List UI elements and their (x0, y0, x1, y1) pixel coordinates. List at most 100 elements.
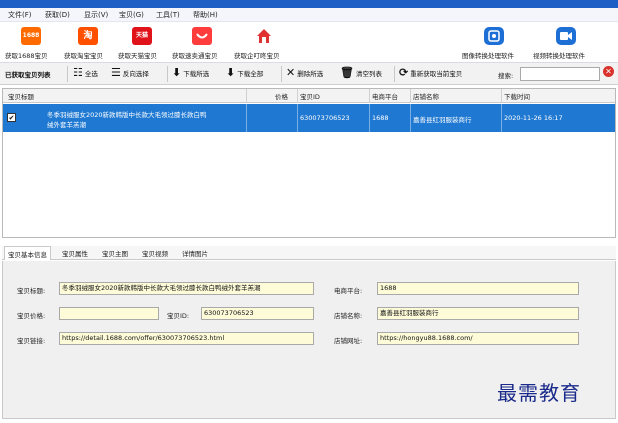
row-title-line1: 冬季羽绒服女2020新款韩版中长款大毛领过膝长款白鸭 (47, 111, 207, 119)
fetch-tmall-button[interactable]: 天猫 获取天猫宝贝 (118, 25, 170, 61)
fetch-tmall-label: 获取天猫宝贝 (118, 52, 157, 60)
column-divider (369, 104, 370, 132)
column-divider (297, 89, 298, 103)
tab-detail-images[interactable]: 详情图片 (182, 248, 208, 258)
shopping-bag-icon (192, 27, 212, 45)
select-all-label: 全选 (84, 70, 98, 78)
download-all-button[interactable]: ⬇ 下载全部 (226, 67, 263, 81)
select-all-button[interactable]: ☷ 全选 (73, 67, 98, 81)
trash-icon: 🗑 (340, 66, 354, 79)
row-title-line2: 绒外套羊羔潮 (47, 121, 86, 129)
image-convert-label: 图像转换处理软件 (462, 52, 514, 60)
row-time: 2020-11-26 16:17 (504, 114, 563, 122)
column-platform[interactable]: 电商平台 (372, 91, 398, 101)
download-selected-label: 下载所选 (183, 70, 210, 78)
link-field[interactable]: https://detail.1688.com/offer/6300737065… (59, 332, 314, 345)
download-all-icon: ⬇ (226, 66, 236, 79)
download-all-label: 下载全部 (237, 70, 264, 78)
fetch-taobao-button[interactable]: 淘 获取淘宝宝贝 (64, 25, 116, 61)
fetch-qidingdong-button[interactable]: 获取企叮咚宝贝 (234, 25, 294, 61)
fetch-taobao-label: 获取淘宝宝贝 (64, 52, 103, 60)
column-time[interactable]: 下载时间 (504, 91, 530, 101)
refetch-button[interactable]: ⟳ 重新获取当前宝贝 (399, 67, 462, 81)
refetch-label: 重新获取当前宝贝 (410, 70, 463, 78)
toolbar-divider (281, 66, 282, 82)
row-checkbox[interactable]: ✔ (7, 113, 16, 122)
search-label: 搜索: (498, 72, 514, 80)
menu-item[interactable]: 宝贝(G) (119, 10, 144, 20)
column-id[interactable]: 宝贝ID (300, 91, 320, 101)
image-icon (484, 27, 504, 45)
column-divider (410, 104, 411, 132)
watermark-logo: 最需教育 (497, 381, 581, 405)
column-price[interactable]: 价格 (275, 91, 288, 101)
fetch-1688-button[interactable]: 1688 获取1688宝贝 (5, 25, 57, 61)
platform-label: 电商平台: (334, 287, 363, 295)
list-icon: ☰ (111, 66, 121, 79)
menu-view[interactable]: 显示(V) (84, 10, 108, 20)
toolbar-divider (67, 66, 68, 82)
window-top-bar (0, 0, 618, 8)
video-convert-button[interactable]: 视频转换处理软件 (533, 25, 599, 61)
video-convert-label: 视频转换处理软件 (533, 52, 585, 60)
search-input[interactable] (520, 67, 600, 81)
checklist-icon: ☷ (73, 66, 83, 79)
column-divider (297, 104, 298, 132)
id-label: 宝贝ID: (167, 312, 190, 320)
delete-selected-label: 删除所选 (297, 70, 324, 78)
platform-field[interactable]: 1688 (377, 282, 579, 295)
image-convert-button[interactable]: 图像转换处理软件 (462, 25, 526, 61)
detail-tabs: 宝贝基本信息 宝贝属性 宝贝主图 宝贝视频 详情图片 (2, 246, 616, 260)
menu-help[interactable]: 帮助(H) (193, 10, 218, 20)
tab-video[interactable]: 宝贝视频 (142, 248, 168, 258)
download-selected-button[interactable]: ⬇ 下载所选 (172, 67, 209, 81)
delete-selected-button[interactable]: ✕ 删除所选 (286, 67, 323, 81)
row-id: 630073706523 (300, 114, 350, 122)
download-icon: ⬇ (172, 66, 182, 79)
list-title: 已获取宝贝列表 (5, 71, 51, 79)
clear-search-icon[interactable]: ✕ (603, 66, 614, 77)
title-field[interactable]: 冬季羽绒服女2020新款韩版中长款大毛领过膝长款白鸭绒外套羊羔潮 (59, 282, 314, 295)
column-divider (369, 89, 370, 103)
tab-basic-info[interactable]: 宝贝基本信息 (4, 246, 51, 260)
row-platform: 1688 (372, 114, 389, 122)
menu-fetch[interactable]: 获取(D) (45, 10, 70, 20)
fetch-qidingdong-label: 获取企叮咚宝贝 (234, 52, 280, 60)
fetch-aliexpress-label: 获取速卖通宝贝 (172, 52, 218, 60)
menu-file[interactable]: 文件(F) (8, 10, 32, 20)
toolbar-divider (394, 66, 395, 82)
column-divider (501, 89, 502, 103)
link-label: 宝贝链接: (17, 337, 46, 345)
logo-1688-icon: 1688 (21, 27, 41, 45)
menu-tools[interactable]: 工具(T) (156, 10, 180, 20)
clear-list-button[interactable]: 🗑 清空列表 (340, 67, 382, 81)
toolbar-divider (167, 66, 168, 82)
column-divider (246, 89, 247, 103)
shop-label: 店铺名称: (334, 312, 363, 320)
menu-bar: 文件(F) 获取(D) 显示(V) 宝贝(G) 工具(T) 帮助(H) (0, 8, 618, 22)
title-label: 宝贝标题: (17, 287, 46, 295)
house-icon (254, 27, 274, 45)
shop-field[interactable]: 嘉善县红羽服装商行 (377, 307, 579, 320)
id-field[interactable]: 630073706523 (201, 307, 314, 320)
item-table: 宝贝标题 价格 宝贝ID 电商平台 店铺名称 下载时间 ✔ 冬季羽绒服女2020… (2, 88, 616, 238)
column-divider (246, 104, 247, 132)
shop-url-field[interactable]: https://hongyu88.1688.com/ (377, 332, 579, 345)
column-divider (410, 89, 411, 103)
video-camera-icon (556, 27, 576, 45)
invert-selection-button[interactable]: ☰ 反向选择 (111, 67, 149, 81)
shop-url-label: 店铺网址: (334, 337, 363, 345)
close-icon: ✕ (286, 66, 296, 79)
clear-list-label: 清空列表 (355, 70, 382, 78)
tab-main-images[interactable]: 宝贝主图 (102, 248, 128, 258)
table-header: 宝贝标题 价格 宝贝ID 电商平台 店铺名称 下载时间 (3, 89, 615, 103)
fetch-1688-label: 获取1688宝贝 (5, 52, 48, 60)
column-shop[interactable]: 店铺名称 (413, 91, 439, 101)
fetch-aliexpress-button[interactable]: 获取速卖通宝贝 (172, 25, 232, 61)
row-shop: 嘉善县红羽服装商行 (413, 116, 472, 124)
refresh-icon: ⟳ (399, 66, 409, 79)
tab-attributes[interactable]: 宝贝属性 (62, 248, 88, 258)
price-field[interactable] (59, 307, 159, 320)
table-row[interactable]: ✔ 冬季羽绒服女2020新款韩版中长款大毛领过膝长款白鸭 绒外套羊羔潮 6300… (3, 104, 615, 132)
column-title[interactable]: 宝贝标题 (8, 91, 34, 101)
